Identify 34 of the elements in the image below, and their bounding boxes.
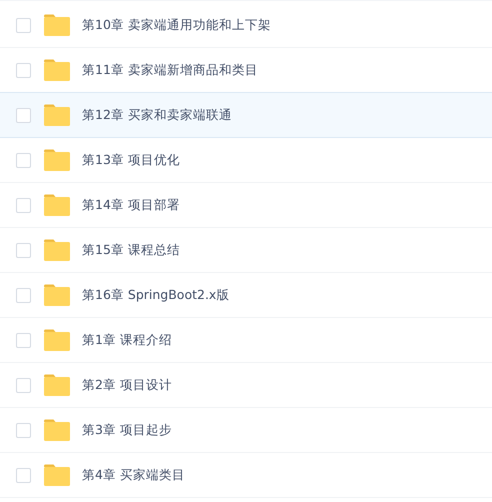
folder-icon: [44, 104, 70, 126]
folder-icon: [44, 419, 70, 441]
checkbox[interactable]: [16, 198, 31, 212]
folder-icon: [44, 374, 70, 396]
checkbox[interactable]: [16, 62, 31, 78]
file-name: 第13章 项目优化: [82, 152, 180, 168]
checkbox[interactable]: [16, 288, 31, 302]
file-name: 第15章 课程总结: [82, 242, 180, 258]
folder-icon: [44, 329, 70, 351]
checkbox[interactable]: [16, 378, 31, 392]
file-name: 第1章 课程介绍: [82, 332, 172, 348]
folder-icon: [44, 194, 70, 216]
folder-icon: [44, 239, 70, 261]
checkbox[interactable]: [16, 422, 31, 438]
file-name: 第12章 买家和卖家端联通: [82, 106, 232, 124]
checkbox[interactable]: [16, 242, 31, 258]
file-name: 第16章 SpringBoot2.x版: [82, 286, 230, 304]
checkbox[interactable]: [16, 332, 31, 348]
file-name: 第14章 项目部署: [82, 196, 180, 214]
file-name: 第4章 买家端类目: [82, 466, 185, 484]
folder-icon: [44, 14, 70, 36]
file-name: 第2章 项目设计: [82, 376, 172, 394]
checkbox[interactable]: [16, 468, 31, 482]
file-name: 第10章 卖家端通用功能和上下架: [82, 16, 271, 34]
folder-icon: [44, 284, 70, 306]
folder-icon: [44, 464, 70, 486]
file-name: 第3章 项目起步: [82, 422, 172, 438]
folder-icon: [44, 59, 70, 81]
file-name: 第11章 卖家端新增商品和类目: [82, 62, 258, 78]
checkbox[interactable]: [16, 152, 31, 168]
folder-icon: [44, 149, 70, 171]
checkbox[interactable]: [16, 18, 31, 32]
checkbox[interactable]: [16, 108, 31, 122]
file-row[interactable]: 第12章 买家和卖家端联通: [0, 92, 492, 138]
